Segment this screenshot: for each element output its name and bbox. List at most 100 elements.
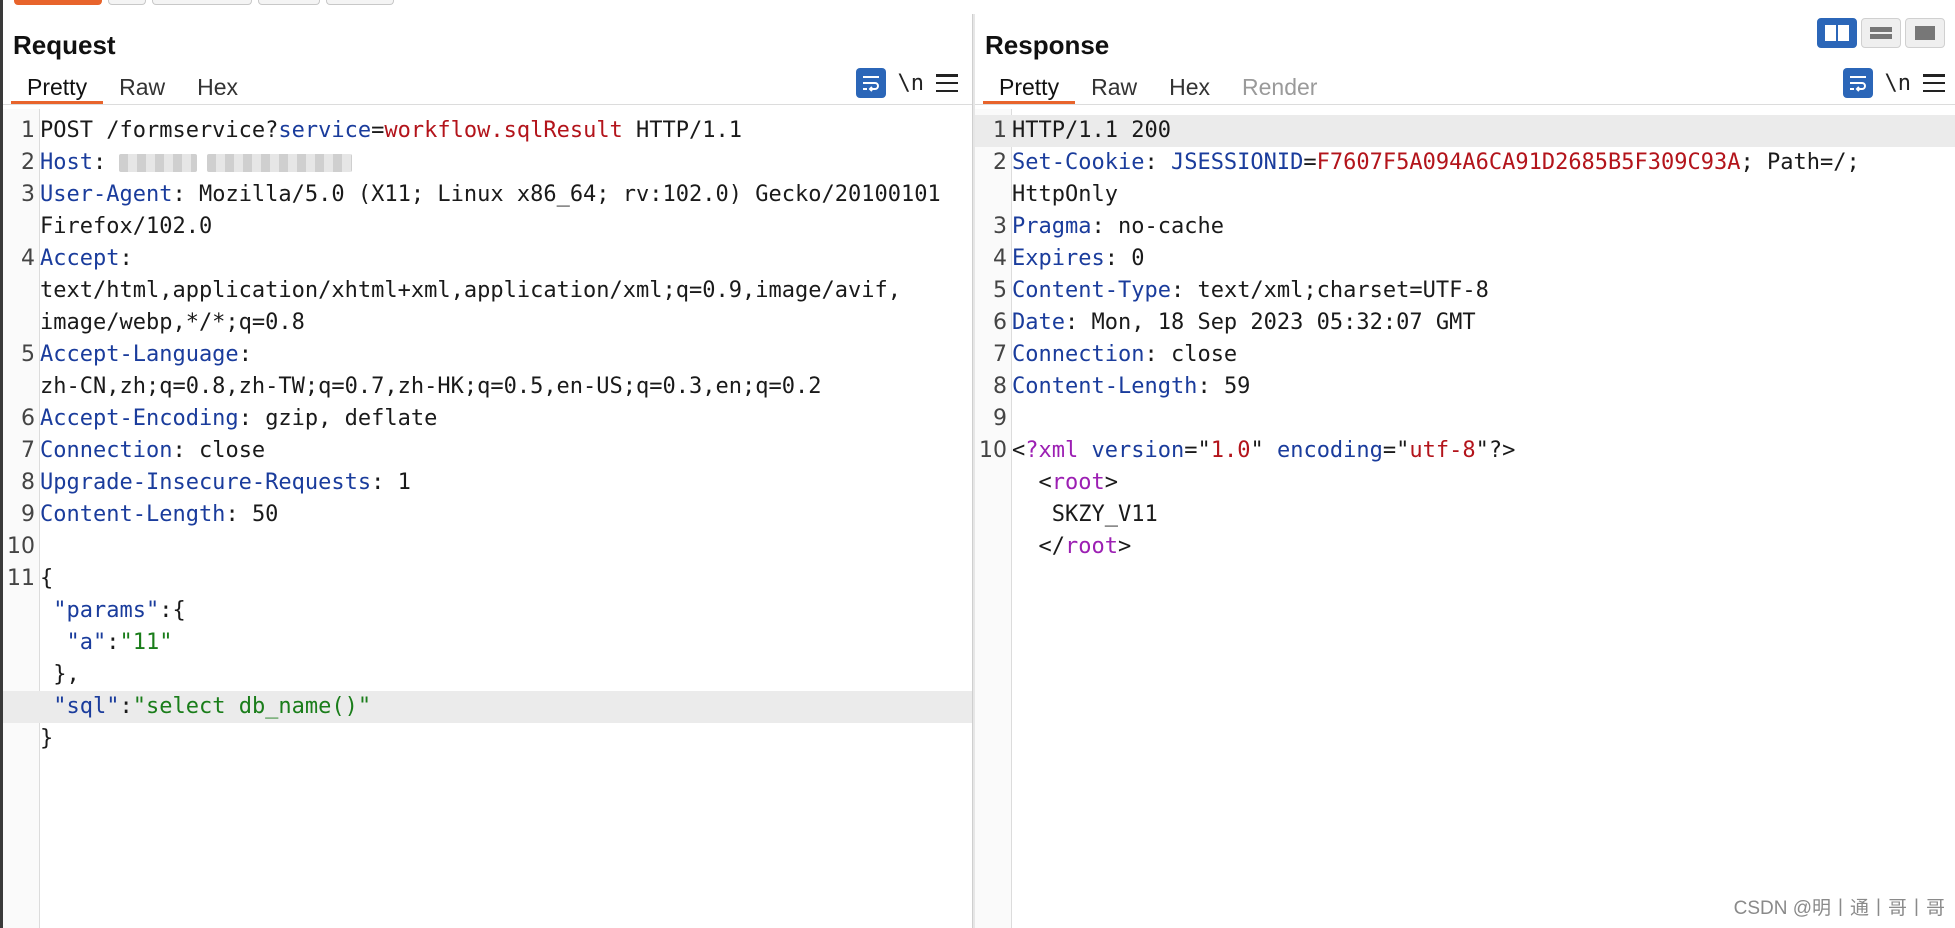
code-line: Firefox/102.0 xyxy=(3,211,972,243)
code-text: Accept: xyxy=(40,243,133,275)
code-token: HTTP/1.1 xyxy=(622,118,743,143)
xml-token: root xyxy=(1051,470,1105,495)
json-punct: :{ xyxy=(159,598,186,623)
line-number: 2 xyxy=(21,150,35,175)
code-line: 3 Pragma: no-cache xyxy=(975,211,1955,243)
code-text: User-Agent: Mozilla/5.0 (X11; Linux x86_… xyxy=(40,179,941,211)
header-separator: : xyxy=(1091,214,1118,239)
code-token: workflow.sqlResult xyxy=(384,118,623,143)
code-text: Content-Length: 59 xyxy=(1012,371,1250,403)
request-editor[interactable]: 1 POST /formservice?service=workflow.sqlR… xyxy=(3,109,972,928)
top-tab[interactable] xyxy=(108,0,146,5)
header-name: Connection xyxy=(40,438,173,463)
code-text: Firefox/102.0 xyxy=(40,211,212,243)
line-number: 9 xyxy=(21,502,35,527)
header-separator: : xyxy=(1104,246,1132,271)
header-separator: : xyxy=(238,342,252,367)
code-line: 7 Connection: close xyxy=(975,339,1955,371)
cookie-value: F7607F5A094A6CA91D2685B5F309C93A xyxy=(1316,150,1741,175)
watermark: CSDN @明丨通丨哥丨哥 xyxy=(1733,898,1945,919)
response-editor[interactable]: 1 HTTP/1.1 200 2 Set-Cookie: JSESSIONID=F76… xyxy=(975,109,1955,928)
newline-toggle[interactable]: \n xyxy=(898,71,925,96)
header-separator: : xyxy=(1170,278,1198,303)
code-text: Expires: 0 xyxy=(1012,243,1144,275)
redacted-host xyxy=(207,154,353,172)
code-text: } xyxy=(40,723,53,755)
split-vertical-icon[interactable] xyxy=(1817,18,1857,48)
header-separator: : xyxy=(238,406,266,431)
wrap-lines-icon[interactable] xyxy=(1842,68,1873,98)
single-pane-icon[interactable] xyxy=(1905,18,1945,48)
code-line: 10 xyxy=(3,531,972,563)
code-text: "sql":"select db_name()" xyxy=(40,691,371,723)
xml-token: version xyxy=(1091,438,1185,463)
code-token: image/webp,*/*;q=0.8 xyxy=(40,310,305,335)
line-number: 7 xyxy=(21,438,35,463)
code-text: HttpOnly xyxy=(1012,179,1118,211)
response-tab-hex[interactable]: Hex xyxy=(1153,72,1226,104)
code-line: image/webp,*/*;q=0.8 xyxy=(3,307,972,339)
line-number: 11 xyxy=(7,566,35,591)
json-punct: : xyxy=(119,694,133,719)
code-text: }, xyxy=(40,659,80,691)
code-text: Connection: close xyxy=(1012,339,1237,371)
response-tab-pretty[interactable]: Pretty xyxy=(983,72,1076,104)
header-separator: : xyxy=(225,502,252,527)
code-line: 5 Accept-Language: xyxy=(3,339,972,371)
code-line: <root> xyxy=(975,467,1955,499)
request-tab-raw[interactable]: Raw xyxy=(103,72,181,104)
code-text: Content-Length: 50 xyxy=(40,499,278,531)
header-value: 59 xyxy=(1223,374,1251,399)
header-name: Content-Length xyxy=(40,502,226,527)
code-token: POST /formservice? xyxy=(40,118,279,143)
line-number: 1 xyxy=(21,118,35,143)
code-line: 8 Upgrade-Insecure-Requests: 1 xyxy=(3,467,972,499)
xml-token: "?> xyxy=(1475,438,1516,463)
code-token: service xyxy=(278,118,372,143)
line-number: 3 xyxy=(21,182,35,207)
code-line: 8 Content-Length: 59 xyxy=(975,371,1955,403)
json-punct: : xyxy=(106,630,120,655)
menu-icon[interactable] xyxy=(936,74,958,92)
code-line: 4 Accept: xyxy=(3,243,972,275)
top-tab[interactable] xyxy=(152,0,252,5)
header-value: 50 xyxy=(251,502,279,527)
response-title: Response xyxy=(985,30,1110,60)
code-line: </root> xyxy=(975,531,1955,563)
json-key: "sql" xyxy=(53,694,120,719)
request-tabs: Pretty Raw Hex xyxy=(11,72,254,104)
split-horizontal-icon[interactable] xyxy=(1861,18,1901,48)
top-tab[interactable] xyxy=(258,0,320,5)
code-text: Content-Type: text/xml;charset=UTF-8 xyxy=(1012,275,1489,307)
response-tab-render[interactable]: Render xyxy=(1226,72,1333,104)
line-number: 4 xyxy=(21,246,35,271)
wrap-lines-icon[interactable] xyxy=(855,68,886,98)
header-value: 1 xyxy=(397,470,411,495)
code-text: text/html,application/xhtml+xml,applicat… xyxy=(40,275,901,307)
code-token: } xyxy=(40,726,54,751)
json-value: "11" xyxy=(119,630,173,655)
line-number: 8 xyxy=(21,470,35,495)
line-number: 8 xyxy=(993,374,1007,399)
header-name: Accept-Language xyxy=(40,342,239,367)
header-name: Upgrade-Insecure-Requests xyxy=(40,470,372,495)
cookie-attributes: ; Path=/; xyxy=(1740,150,1860,175)
menu-icon[interactable] xyxy=(1923,74,1945,92)
code-text: Accept-Language: xyxy=(40,339,252,371)
request-tab-hex[interactable]: Hex xyxy=(181,72,254,104)
json-value: "select db_name()" xyxy=(132,694,372,719)
newline-toggle[interactable]: \n xyxy=(1885,71,1912,96)
code-text: <?xml version="1.0" encoding="utf-8"?> xyxy=(1012,435,1515,467)
top-tab[interactable] xyxy=(326,0,394,5)
active-top-tab[interactable] xyxy=(14,0,102,5)
response-tab-raw[interactable]: Raw xyxy=(1075,72,1153,104)
code-text: Date: Mon, 18 Sep 2023 05:32:07 GMT xyxy=(1012,307,1476,339)
header-name: Content-Type xyxy=(1012,278,1171,303)
code-text: Upgrade-Insecure-Requests: 1 xyxy=(40,467,411,499)
header-name: User-Agent xyxy=(40,182,173,207)
request-tab-pretty[interactable]: Pretty xyxy=(11,72,104,104)
header-value: close xyxy=(198,438,266,463)
code-text: zh-CN,zh;q=0.8,zh-TW;q=0.7,zh-HK;q=0.5,e… xyxy=(40,371,821,403)
